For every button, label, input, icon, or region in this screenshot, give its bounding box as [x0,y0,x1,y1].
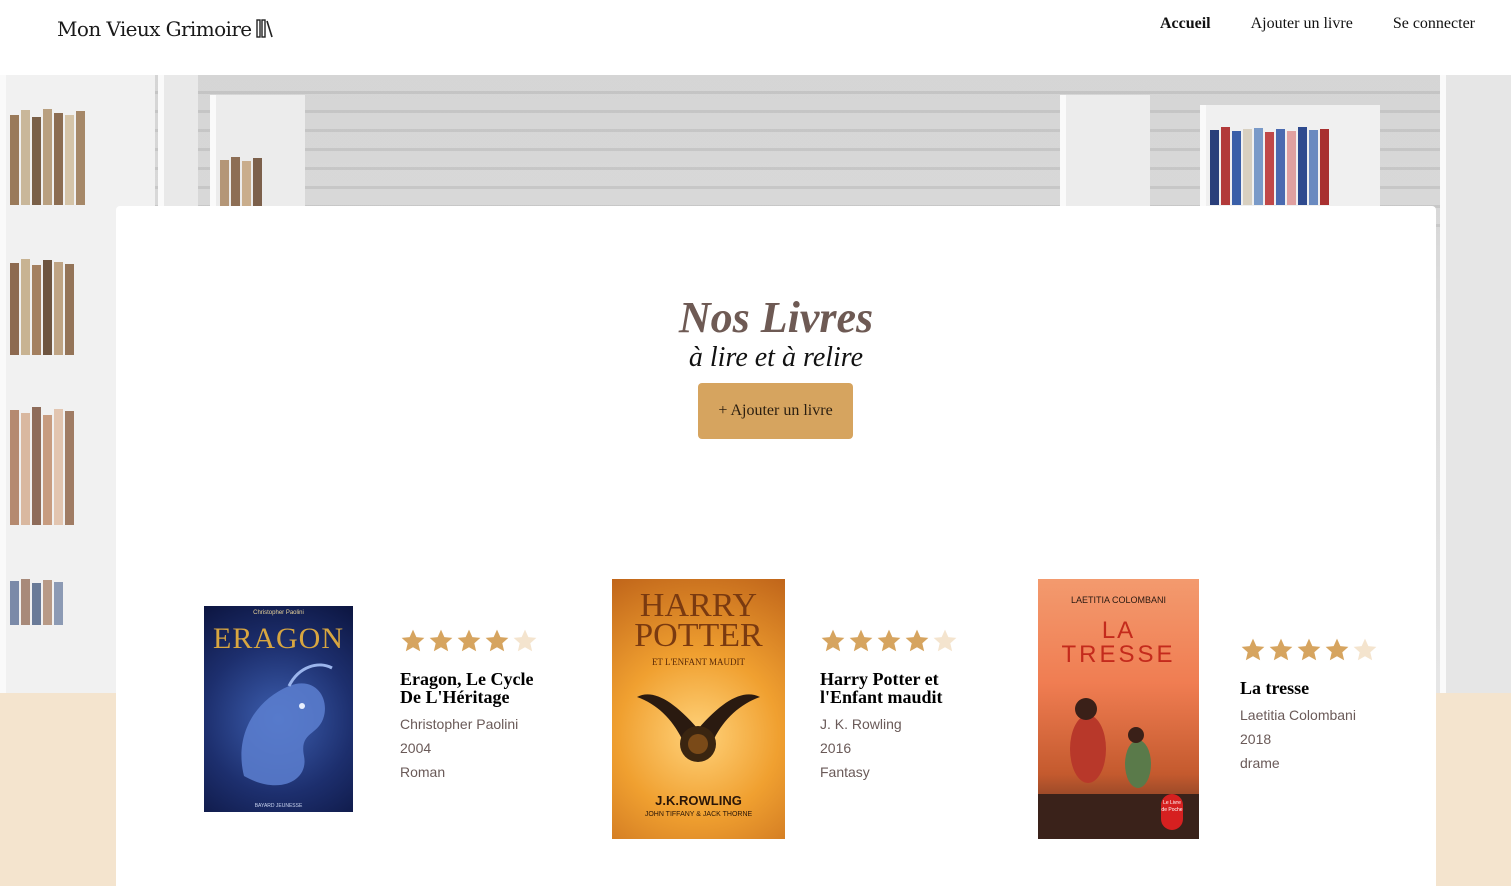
star-filled-icon [1269,638,1293,661]
book-author: J. K. Rowling [820,716,902,732]
book-year: 2004 [400,740,432,756]
site-logo[interactable]: Mon Vieux Grimoire [57,17,274,41]
star-filled-icon [849,629,873,652]
book-year: 2016 [820,740,852,756]
star-filled-icon [485,629,509,652]
star-filled-icon [429,629,453,652]
book-cover-la-tresse[interactable]: LAETITIA COLOMBANI LA TRESSE Le Livre de… [1038,579,1199,839]
nav-se-connecter[interactable]: Se connecter [1393,15,1475,33]
star-empty-icon [513,629,537,652]
page-title: Nos Livres [678,293,874,342]
rating-stars [820,628,970,654]
logo-text: Mon Vieux Grimoire [57,17,252,41]
star-filled-icon [821,629,845,652]
nav-ajouter-livre[interactable]: Ajouter un livre [1251,15,1353,33]
star-filled-icon [457,629,481,652]
star-empty-icon [1353,638,1377,661]
book-author: Laetitia Colombani [1240,707,1356,723]
book-author: Christopher Paolini [400,716,519,732]
book-cover-harry-potter[interactable]: HARRY POTTER ET L'ENFANT MAUDIT J.K.ROWL… [612,579,785,839]
star-empty-icon [933,629,957,652]
star-filled-icon [1241,638,1265,661]
rating-stars [400,628,550,654]
books-icon [255,19,273,38]
book-title[interactable]: La tresse [1240,679,1390,697]
nav-accueil[interactable]: Accueil [1160,15,1211,33]
book-title[interactable]: Eragon, Le Cycle De L'Héritage [400,670,550,706]
book-title[interactable]: Harry Potter et l'Enfant maudit [820,670,970,706]
publisher-badge: Le Livre de Poche [1161,794,1183,830]
cover-author: J.K.ROWLING [655,793,742,808]
cover-publisher: BAYARD JEUNESSE [254,803,303,809]
publisher-badge-text: Le Livre de Poche [1161,800,1183,813]
star-filled-icon [401,629,425,652]
add-book-button[interactable]: + Ajouter un livre [698,383,853,439]
book-genre: drame [1240,755,1280,771]
book-genre: Roman [400,764,446,780]
star-filled-icon [1325,638,1349,661]
dragon-illustration [241,663,333,786]
book-genre: Fantasy [820,764,870,780]
book-year: 2018 [1240,731,1272,747]
star-filled-icon [877,629,901,652]
star-filled-icon [1297,638,1321,661]
cover-coauthors: JOHN TIFFANY & JACK THORNE [644,811,753,818]
rating-stars [1240,637,1390,663]
book-cover-eragon[interactable]: Christopher Paolini ERAGON BAYARD JEUNES… [204,606,353,812]
star-filled-icon [905,629,929,652]
main-nav: Accueil Ajouter un livre Se connecter [1160,15,1475,33]
page-subtitle: à lire et à relire [688,342,864,373]
site-header: Mon Vieux Grimoire Accueil Ajouter un li… [0,0,1511,75]
